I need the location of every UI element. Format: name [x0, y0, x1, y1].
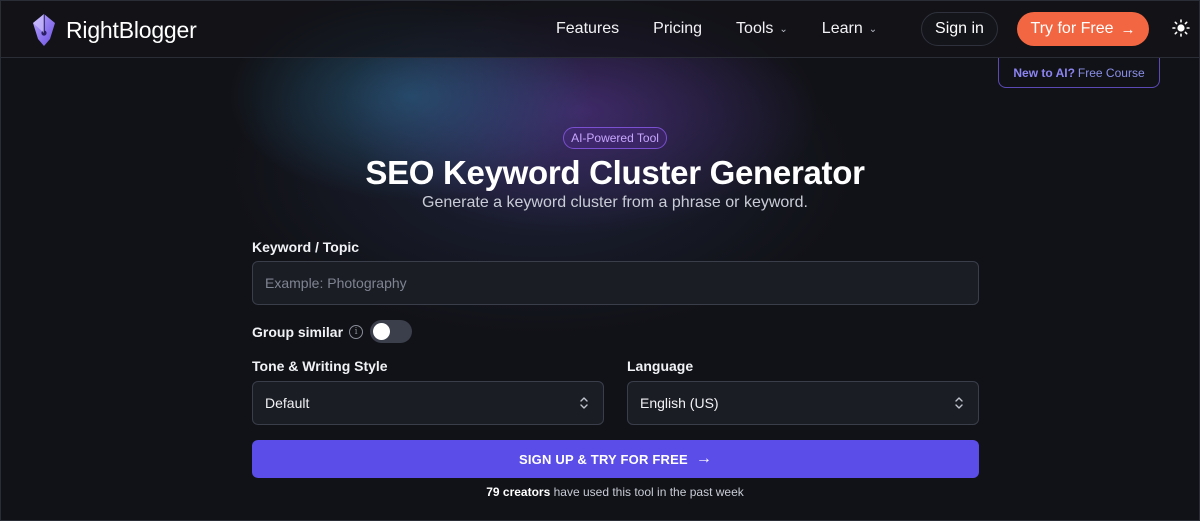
chevron-down-icon: ⌄: [779, 23, 788, 35]
cta-label: SIGN UP & TRY FOR FREE: [518, 451, 688, 467]
arrow-right-icon: →: [1120, 20, 1136, 38]
nav-label: Learn: [821, 20, 863, 37]
promo-bold-text: New to AI?: [1013, 65, 1075, 80]
language-select[interactable]: English (US): [627, 381, 979, 425]
group-similar-label: Group similar: [252, 323, 344, 340]
page: RightBlogger Features Pricing Tools ⌄ Le…: [0, 0, 1200, 521]
tone-select[interactable]: Default: [252, 381, 604, 425]
select-arrows-icon: [955, 397, 963, 409]
usage-footnote: 79 creators have used this tool in the p…: [1, 485, 1199, 499]
site-header: RightBlogger Features Pricing Tools ⌄ Le…: [1, 1, 1199, 58]
group-similar-toggle[interactable]: [370, 320, 413, 343]
keyword-label: Keyword / Topic: [252, 239, 360, 255]
brand-name: RightBlogger: [66, 16, 197, 43]
select-arrows-icon: [580, 397, 588, 409]
chevron-down-icon: ⌄: [868, 23, 878, 35]
usage-text: have used this tool in the past week: [553, 485, 744, 499]
nav-item-learn[interactable]: Learn ⌄: [822, 20, 877, 38]
tone-label: Tone & Writing Style: [252, 358, 388, 374]
try-label: Try for Free: [1030, 20, 1114, 37]
try-for-free-button[interactable]: Try for Free →: [1017, 12, 1149, 46]
nav-label: Pricing: [653, 20, 703, 37]
tone-value: Default: [265, 395, 310, 411]
pen-nib-icon: [33, 14, 55, 46]
signin-label: Sign in: [935, 20, 984, 37]
language-value: English (US): [640, 395, 719, 411]
sun-icon[interactable]: [1172, 19, 1190, 37]
language-label: Language: [627, 358, 694, 374]
promo-text: Free Course: [1077, 65, 1145, 80]
nav-item-pricing[interactable]: Pricing: [653, 20, 702, 38]
nav-label: Tools: [736, 20, 774, 37]
signin-button[interactable]: Sign in: [921, 12, 998, 46]
brand-logo[interactable]: RightBlogger: [30, 13, 197, 47]
nav-label: Features: [556, 20, 620, 37]
toggle-knob: [373, 323, 391, 340]
nav-item-features[interactable]: Features: [556, 20, 619, 38]
group-similar-row: Group similar i: [252, 320, 413, 343]
usage-count: 79 creators: [486, 485, 551, 499]
signup-try-free-button[interactable]: SIGN UP & TRY FOR FREE →: [252, 440, 979, 478]
main-nav: Features Pricing Tools ⌄ Learn ⌄: [556, 20, 911, 38]
ai-powered-badge: AI-Powered Tool: [563, 127, 667, 149]
info-icon[interactable]: i: [349, 324, 364, 339]
page-subtitle: Generate a keyword cluster from a phrase…: [422, 194, 808, 211]
arrow-right-icon: →: [695, 450, 713, 467]
keyword-input[interactable]: [252, 261, 979, 305]
page-title: SEO Keyword Cluster Generator: [365, 154, 865, 191]
nav-item-tools[interactable]: Tools ⌄: [736, 20, 788, 38]
free-course-banner[interactable]: New to AI? Free Course: [998, 58, 1160, 88]
